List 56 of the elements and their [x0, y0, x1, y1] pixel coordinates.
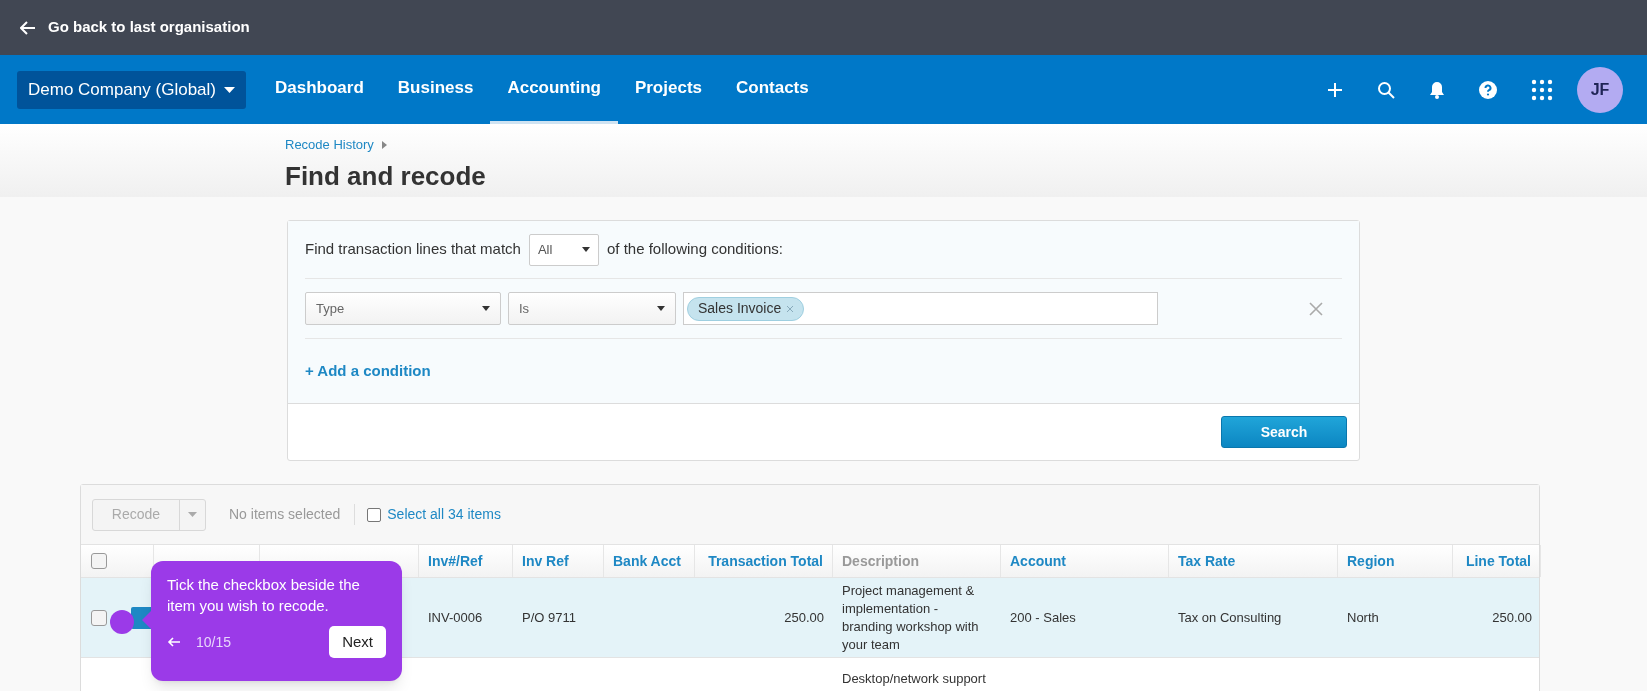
match-label: Find transaction lines that match [305, 239, 521, 260]
row-checkbox[interactable] [90, 553, 107, 569]
table-cell: Tax on Consulting [1178, 608, 1282, 627]
table-cell: North [1347, 608, 1379, 627]
condition-field-dropdown[interactable]: Type [305, 292, 501, 325]
table-cell: Desktop/network support [842, 670, 986, 688]
next-button[interactable]: Next [329, 626, 386, 658]
caret-icon [657, 306, 665, 311]
table-cell: INV-0006 [428, 608, 483, 627]
table-cell: P/O 9711 [522, 608, 576, 627]
column-header[interactable]: Inv#/Ref [428, 550, 483, 572]
caret-icon [188, 512, 197, 517]
match-label: of the following conditions: [606, 239, 783, 260]
nav-tab[interactable]: Contacts [719, 55, 826, 124]
nav-tab[interactable]: Business [380, 55, 491, 124]
add-icon[interactable] [1327, 81, 1343, 98]
breadcrumb-link[interactable]: Recode History [285, 135, 374, 155]
column-header[interactable]: Tax Rate [1178, 550, 1236, 572]
chevron-right-icon [381, 140, 387, 149]
column-header[interactable]: Bank Acct [613, 550, 681, 572]
column-header[interactable]: Transaction Total [708, 550, 823, 572]
table-cell-text: Project management & implementation - branding workshop with your team [842, 581, 980, 654]
table-cell: 250.00 [1492, 608, 1532, 627]
nav-tab[interactable]: Dashboard [258, 55, 381, 124]
back-arrow-icon [20, 19, 36, 36]
table-cell: 200 - Sales [1010, 608, 1076, 627]
column-header[interactable]: Inv Ref [522, 550, 569, 572]
column-header[interactable]: Account [1010, 550, 1066, 572]
tour-step-counter: 10/15 [196, 632, 232, 652]
condition-operator-dropdown[interactable]: Is [508, 292, 676, 325]
back-link[interactable]: Go back to last organisation [20, 16, 250, 39]
caret-icon [224, 86, 235, 93]
column-header[interactable]: Region [1347, 550, 1395, 572]
organisation-dropdown[interactable]: Demo Company (Global) [17, 70, 246, 109]
condition-value-field[interactable]: Sales Invoice [683, 292, 1158, 325]
table-cell: 250.00 [784, 608, 824, 627]
help-icon[interactable] [1479, 80, 1497, 99]
back-arrow-icon[interactable] [167, 637, 180, 647]
selection-status: No items selected [229, 504, 356, 525]
column-header[interactable]: Line Total [1465, 550, 1531, 572]
select-all-checkbox[interactable]: Select all 34 items [367, 504, 501, 525]
tour-message: Tick the checkbox beside the item you wish to recode. [167, 575, 361, 616]
add-condition-link[interactable]: + Add a condition [305, 359, 431, 383]
filter-tag: Sales Invoice [687, 296, 805, 321]
row-checkbox[interactable] [90, 609, 107, 626]
bell-icon[interactable] [1429, 80, 1445, 99]
match-dropdown[interactable]: All [528, 233, 599, 266]
caret-icon [482, 306, 490, 311]
page-title: Find and recode [285, 159, 487, 193]
search-icon[interactable] [1377, 80, 1395, 99]
caret-icon [581, 247, 590, 252]
column-header: Description [842, 551, 919, 571]
nav-tab[interactable]: Projects [617, 55, 719, 124]
user-avatar[interactable]: JF [1577, 66, 1623, 113]
apps-grid-icon[interactable] [1531, 78, 1553, 101]
search-button[interactable]: Search [1221, 416, 1347, 448]
